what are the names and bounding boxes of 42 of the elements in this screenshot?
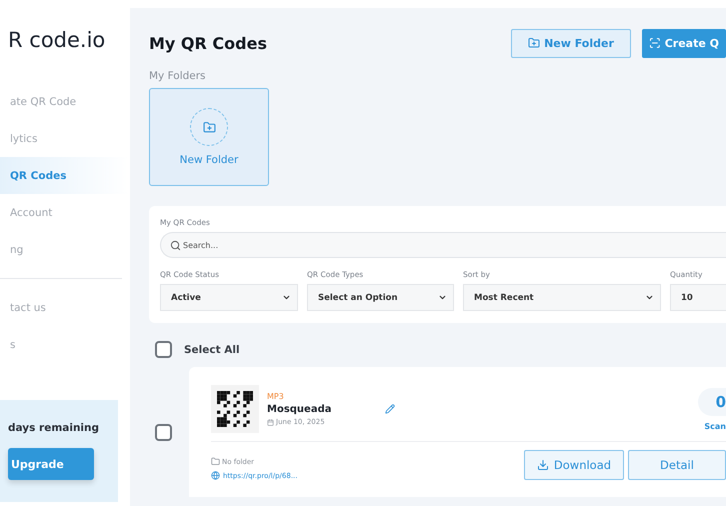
sidebar-item[interactable]: Account: [0, 194, 130, 231]
dropdown-field[interactable]: Most Recent: [463, 284, 661, 311]
chevron-down-icon: [438, 293, 447, 302]
folder-label: New Folder: [180, 154, 238, 166]
search-field[interactable]: Search...: [160, 232, 726, 258]
checkbox[interactable]: [155, 341, 172, 358]
download-button[interactable]: Download: [524, 450, 624, 480]
chevron-down-icon: [282, 293, 291, 302]
section-label: My Folders: [149, 70, 207, 82]
page-title: My QR Codes: [149, 34, 267, 52]
detail-button[interactable]: Detail: [628, 450, 726, 480]
dropdown-field[interactable]: Active: [160, 284, 298, 311]
scan-label: Scan: [704, 422, 726, 430]
trial-text: days remaining: [8, 422, 100, 434]
select-all-label: Select All: [184, 344, 240, 356]
folder-icon: [211, 457, 220, 466]
sidebar-item[interactable]: ng: [0, 231, 130, 268]
folder-plus-icon: [202, 120, 216, 134]
upgrade-button[interactable]: Upgrade: [8, 448, 94, 480]
brand-logo[interactable]: R code.io: [0, 28, 130, 83]
checkbox[interactable]: [155, 424, 172, 440]
qr-code-icon: [217, 391, 253, 427]
download-icon: [536, 459, 549, 471]
chevron-down-icon: [645, 293, 654, 302]
sidebar-item[interactable]: tact us: [0, 289, 130, 326]
new-folder-button[interactable]: New Folder: [511, 28, 631, 58]
globe-icon: [211, 471, 220, 480]
create-qr-button[interactable]: Create Q: [642, 28, 726, 58]
edit-icon[interactable]: [385, 404, 395, 414]
scan-count: 0: [698, 388, 726, 416]
folder-plus-icon: [528, 37, 540, 49]
dropdown-field[interactable]: Select an Option: [307, 284, 454, 311]
sidebar-item[interactable]: s: [0, 326, 130, 363]
search-icon: [170, 240, 181, 250]
sidebar-item[interactable]: lytics: [0, 120, 130, 157]
calendar-icon: [267, 418, 274, 426]
qr-type: MP3: [267, 392, 285, 401]
new-folder-card[interactable]: New Folder: [149, 88, 269, 186]
quantity-field[interactable]: 10: [670, 284, 726, 311]
sidebar-item[interactable]: ate QR Code: [0, 83, 130, 120]
qr-name: Mosqueada: [267, 404, 332, 415]
scan-icon: [649, 37, 661, 49]
